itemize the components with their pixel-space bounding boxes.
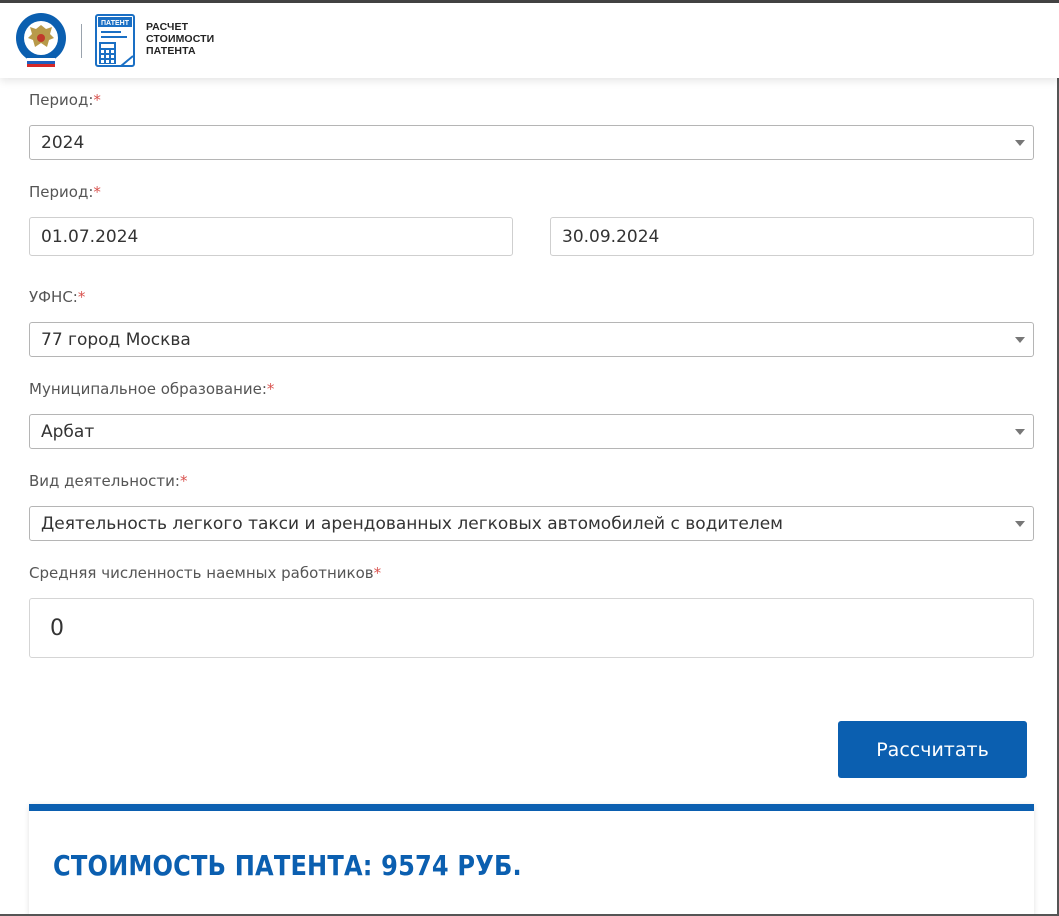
ufns-select[interactable]: 77 город Москва	[29, 322, 1034, 357]
dropdown-arrow-icon	[1015, 428, 1025, 435]
logo-line-2: СТОИМОСТИ	[146, 33, 215, 45]
period-dates-label: Период:*	[29, 183, 101, 201]
dropdown-arrow-icon	[1015, 520, 1025, 527]
period-to-value: 30.09.2024	[562, 226, 660, 247]
employees-input[interactable]: 0	[29, 598, 1034, 658]
dropdown-arrow-icon	[1015, 336, 1025, 343]
ufns-label-text: УФНС:	[29, 288, 78, 306]
required-mark: *	[93, 183, 101, 201]
municipality-label: Муниципальное образование:*	[29, 380, 274, 398]
site-header: ПАТЕНТ РАСЧЕТ СТОИМОСТИ ПАТЕНТА	[0, 3, 1059, 78]
period-dates-label-text: Период:	[29, 183, 94, 201]
employees-value: 0	[50, 615, 64, 641]
calculate-button-label: Рассчитать	[876, 738, 989, 761]
required-mark: *	[373, 564, 382, 582]
patent-calculator-icon[interactable]: ПАТЕНТ	[95, 14, 137, 68]
municipality-value: Арбат	[41, 421, 95, 442]
ufns-label: УФНС:*	[29, 288, 85, 306]
fns-emblem-icon[interactable]	[14, 11, 68, 69]
municipality-label-text: Муниципальное образование:	[29, 380, 267, 398]
period-to-input[interactable]: 30.09.2024	[550, 217, 1034, 256]
period-year-value: 2024	[41, 132, 85, 153]
period-year-label-text: Период:	[29, 91, 94, 109]
period-from-value: 01.07.2024	[41, 226, 139, 247]
required-mark: *	[179, 472, 188, 490]
patent-cost-title: СТОИМОСТЬ ПАТЕНТА: 9574 РУБ.	[53, 849, 522, 882]
activity-label-text: Вид деятельности:	[29, 472, 180, 490]
app-logo-title[interactable]: РАСЧЕТ СТОИМОСТИ ПАТЕНТА	[146, 21, 214, 57]
period-from-input[interactable]: 01.07.2024	[29, 217, 513, 256]
required-mark: *	[266, 380, 275, 398]
ufns-value: 77 город Москва	[41, 329, 191, 350]
period-year-label: Период:*	[29, 91, 101, 109]
municipality-select[interactable]: Арбат	[29, 414, 1034, 449]
result-panel: СТОИМОСТЬ ПАТЕНТА: 9574 РУБ.	[29, 804, 1034, 916]
required-mark: *	[77, 288, 86, 306]
employees-label: Средняя численность наемных работников*	[29, 564, 381, 582]
logo-line-3: ПАТЕНТА	[146, 45, 196, 57]
activity-select[interactable]: Деятельность легкого такси и арендованны…	[29, 506, 1034, 541]
dropdown-arrow-icon	[1015, 139, 1025, 146]
activity-value: Деятельность легкого такси и арендованны…	[41, 513, 783, 534]
patent-icon-label: ПАТЕНТ	[101, 20, 130, 27]
activity-label: Вид деятельности:*	[29, 472, 187, 490]
calculate-button[interactable]: Рассчитать	[838, 721, 1027, 778]
required-mark: *	[93, 91, 101, 109]
period-year-select[interactable]: 2024	[29, 125, 1034, 160]
header-divider	[81, 24, 82, 58]
logo-line-1: РАСЧЕТ	[146, 21, 189, 33]
employees-label-text: Средняя численность наемных работников	[29, 564, 374, 582]
